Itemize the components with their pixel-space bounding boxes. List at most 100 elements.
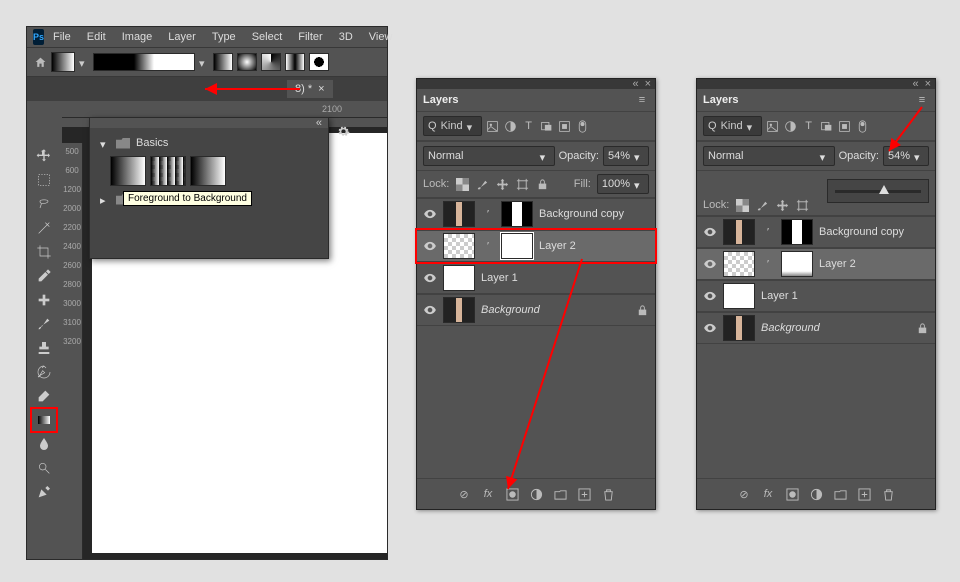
layer-name[interactable]: Layer 2 (819, 258, 856, 270)
gradient-linear-icon[interactable] (213, 53, 233, 71)
collapse-icon[interactable]: « (316, 117, 322, 129)
menu-type[interactable]: Type (205, 29, 243, 45)
crop-tool[interactable] (32, 241, 56, 263)
layer-name[interactable]: Background copy (819, 226, 904, 238)
layer-filter-kind[interactable]: Q Kind ▾ (703, 116, 762, 136)
gradient-diamond-icon[interactable] (309, 53, 329, 71)
visibility-icon[interactable] (423, 303, 437, 317)
filter-type-icon[interactable]: T (522, 119, 536, 133)
blur-tool[interactable] (32, 433, 56, 455)
new-layer-icon[interactable] (857, 487, 871, 501)
home-icon[interactable] (33, 55, 47, 69)
visibility-icon[interactable] (423, 207, 437, 221)
move-tool[interactable] (32, 145, 56, 167)
layer-name[interactable]: Layer 2 (539, 240, 576, 252)
filter-shape-icon[interactable] (540, 119, 554, 133)
visibility-icon[interactable] (703, 289, 717, 303)
gradient-preview[interactable] (93, 53, 195, 71)
close-icon[interactable]: × (645, 78, 651, 90)
filter-adjust-icon[interactable] (784, 119, 798, 133)
opacity-input[interactable]: 54% ▾ (603, 146, 649, 166)
stamp-tool[interactable] (32, 337, 56, 359)
opacity-input[interactable]: 54% ▾ (883, 146, 929, 166)
gradient-angle-icon[interactable] (261, 53, 281, 71)
layer-name[interactable]: Background copy (539, 208, 624, 220)
filter-smart-icon[interactable] (838, 119, 852, 133)
visibility-icon[interactable] (423, 271, 437, 285)
healing-tool[interactable] (32, 289, 56, 311)
layer-row-background[interactable]: Background (697, 312, 935, 344)
lock-transparent-icon[interactable] (735, 198, 749, 212)
eyedropper-tool[interactable] (32, 265, 56, 287)
menu-image[interactable]: Image (115, 29, 160, 45)
new-layer-icon[interactable] (577, 487, 591, 501)
blend-mode-select[interactable]: Normal ▾ (703, 146, 835, 166)
fill-input[interactable]: 100%▾ (597, 174, 649, 194)
lock-paint-icon[interactable] (475, 177, 489, 191)
close-icon[interactable]: × (925, 78, 931, 90)
layer-row-background[interactable]: Background (417, 294, 655, 326)
layer-row-layer2[interactable]: ՚ Layer 2 (417, 230, 655, 262)
panel-menu-icon[interactable]: ≡ (635, 93, 649, 107)
layer-name[interactable]: Background (761, 322, 820, 334)
layer-row-layer1[interactable]: Layer 1 (697, 280, 935, 312)
popup-grip[interactable]: « (90, 118, 328, 128)
gear-icon[interactable] (336, 124, 350, 138)
filter-toggle-icon[interactable] (576, 119, 590, 133)
panel-grip[interactable]: «× (417, 79, 655, 89)
filter-type-icon[interactable]: T (802, 119, 816, 133)
gradient-swatch[interactable] (51, 52, 75, 72)
visibility-icon[interactable] (703, 257, 717, 271)
pen-tool[interactable] (32, 481, 56, 503)
panel-grip[interactable]: «× (697, 79, 935, 89)
lock-artboard-icon[interactable] (795, 198, 809, 212)
wand-tool[interactable] (32, 217, 56, 239)
link-layers-icon[interactable]: ⊘ (737, 487, 751, 501)
group-icon[interactable] (553, 487, 567, 501)
visibility-icon[interactable] (703, 225, 717, 239)
group-icon[interactable] (833, 487, 847, 501)
panel-menu-icon[interactable]: ≡ (915, 93, 929, 107)
fx-icon[interactable]: fx (761, 487, 775, 501)
opacity-slider[interactable] (827, 179, 929, 203)
menu-layer[interactable]: Layer (161, 29, 203, 45)
menu-select[interactable]: Select (245, 29, 290, 45)
lock-transparent-icon[interactable] (455, 177, 469, 191)
filter-toggle-icon[interactable] (856, 119, 870, 133)
layer-name[interactable]: Background (481, 304, 540, 316)
visibility-icon[interactable] (423, 239, 437, 253)
gradient-radial-icon[interactable] (237, 53, 257, 71)
menu-edit[interactable]: Edit (80, 29, 113, 45)
history-brush-tool[interactable] (32, 361, 56, 383)
gradient-reflected-icon[interactable] (285, 53, 305, 71)
link-layers-icon[interactable]: ⊘ (457, 487, 471, 501)
marquee-tool[interactable] (32, 169, 56, 191)
document-tab[interactable]: 8) * × (287, 80, 333, 98)
chevron-down-icon[interactable]: ▾ (199, 57, 209, 67)
layer-row-layer2[interactable]: ՚ Layer 2 (697, 248, 935, 280)
filter-adjust-icon[interactable] (504, 119, 518, 133)
layer-row-background-copy[interactable]: ՚ Background copy (417, 198, 655, 230)
lasso-tool[interactable] (32, 193, 56, 215)
fx-icon[interactable]: fx (481, 487, 495, 501)
layer-row-background-copy[interactable]: ՚ Background copy (697, 216, 935, 248)
blend-mode-select[interactable]: Normal ▾ (423, 146, 555, 166)
gradient-tool[interactable] (32, 409, 56, 431)
chevron-down-icon[interactable]: ▾ (79, 57, 89, 67)
gradient-thumb-fg-bg[interactable] (110, 156, 146, 186)
eraser-tool[interactable] (32, 385, 56, 407)
brush-tool[interactable] (32, 313, 56, 335)
filter-pixel-icon[interactable] (766, 119, 780, 133)
gradient-folder-basics[interactable]: ▾ Basics (98, 134, 320, 152)
panel-tab[interactable]: Layers ≡ (417, 89, 655, 111)
delete-icon[interactable] (601, 487, 615, 501)
filter-shape-icon[interactable] (820, 119, 834, 133)
filter-pixel-icon[interactable] (486, 119, 500, 133)
layer-name[interactable]: Layer 1 (761, 290, 798, 302)
menu-view[interactable]: View (362, 29, 400, 45)
adjustment-layer-icon[interactable] (809, 487, 823, 501)
delete-icon[interactable] (881, 487, 895, 501)
lock-paint-icon[interactable] (755, 198, 769, 212)
gradient-thumb-fg-transparent[interactable] (150, 156, 186, 186)
filter-smart-icon[interactable] (558, 119, 572, 133)
